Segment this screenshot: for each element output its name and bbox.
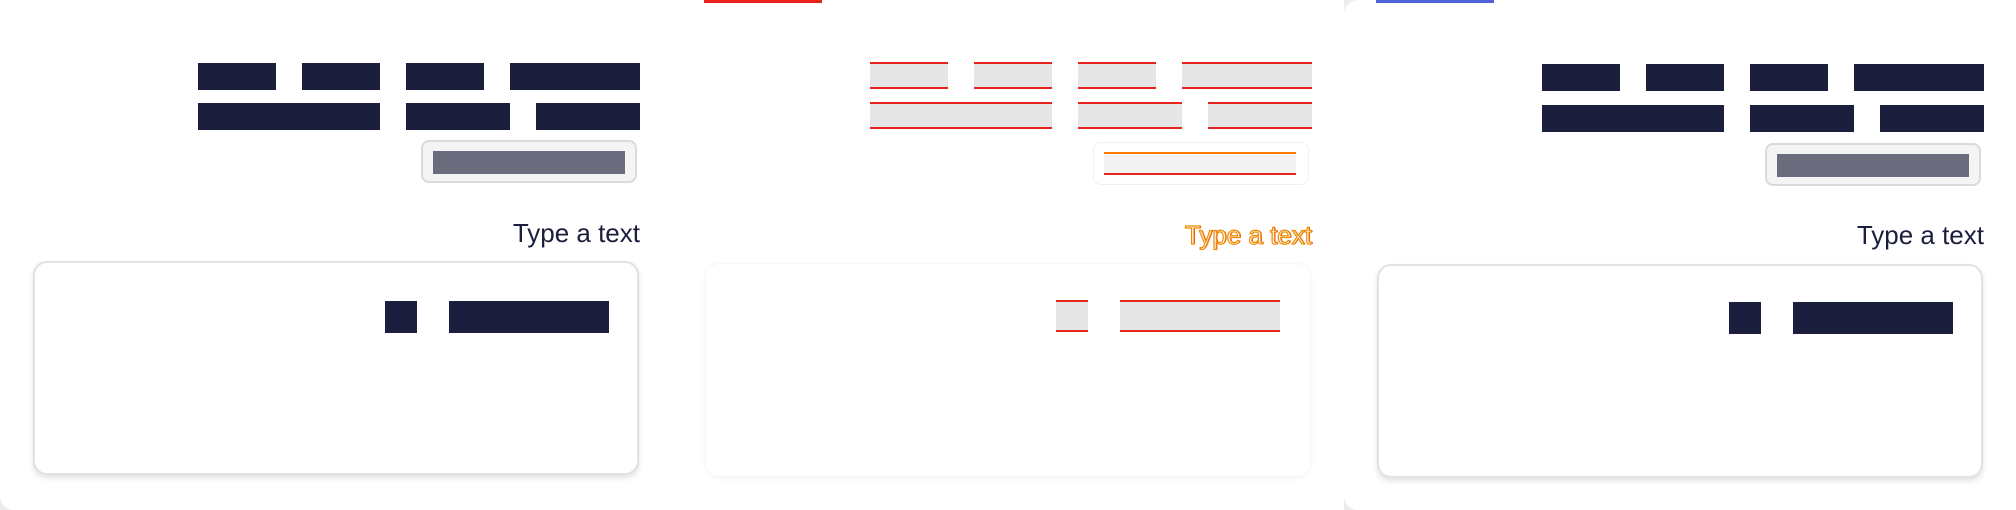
text-placeholder-bar	[870, 62, 948, 89]
text-placeholder-bar	[1542, 64, 1620, 91]
text-placeholder-bar	[510, 63, 640, 90]
icon-placeholder	[1056, 300, 1088, 332]
text-placeholder-bar	[1120, 300, 1280, 332]
icon-placeholder	[385, 301, 417, 333]
text-placeholder-bar	[449, 301, 609, 333]
input-label: Type a text	[512, 218, 640, 248]
text-placeholder-bar	[406, 63, 484, 90]
text-placeholder-bar	[1854, 64, 1984, 91]
text-placeholder-bar	[198, 103, 380, 130]
button-label-placeholder	[1777, 154, 1969, 177]
button-label-placeholder	[433, 151, 625, 174]
panel-rendered: Type a text	[1344, 0, 2016, 510]
panel-original: Type a text	[0, 0, 672, 510]
text-placeholder-bar	[1208, 102, 1312, 129]
text-placeholder-bar	[536, 103, 640, 130]
text-placeholder-bar	[1750, 64, 1828, 91]
input-label: Type a text	[1184, 219, 1312, 250]
icon-placeholder	[1729, 302, 1761, 334]
text-input[interactable]	[33, 261, 639, 475]
text-placeholder-bar	[1750, 105, 1854, 132]
text-placeholder-bar	[1646, 64, 1724, 91]
input-label: Type a text	[1856, 220, 1984, 250]
text-input[interactable]	[705, 263, 1311, 477]
text-placeholder-bar	[1793, 302, 1953, 334]
text-placeholder-bar	[302, 63, 380, 90]
text-placeholder-bar	[1542, 105, 1724, 132]
text-placeholder-bar	[1880, 105, 1984, 132]
select-button[interactable]	[1765, 143, 1981, 186]
text-placeholder-bar	[406, 103, 510, 130]
text-input[interactable]	[1377, 264, 1983, 478]
text-placeholder-bar	[1078, 62, 1156, 89]
text-placeholder-bar	[198, 63, 276, 90]
comparison-stage: Type a text Type a text Type a text	[0, 0, 2016, 510]
select-button[interactable]	[1093, 142, 1309, 185]
text-placeholder-bar	[974, 62, 1052, 89]
top-accent-blue	[1376, 0, 1494, 3]
text-placeholder-bar	[1078, 102, 1182, 129]
panel-diff: Type a text	[672, 0, 1344, 510]
top-accent-red	[704, 0, 822, 3]
text-placeholder-bar	[870, 102, 1052, 129]
text-placeholder-bar	[1182, 62, 1312, 89]
select-button[interactable]	[421, 140, 637, 183]
button-label-placeholder	[1104, 152, 1296, 175]
